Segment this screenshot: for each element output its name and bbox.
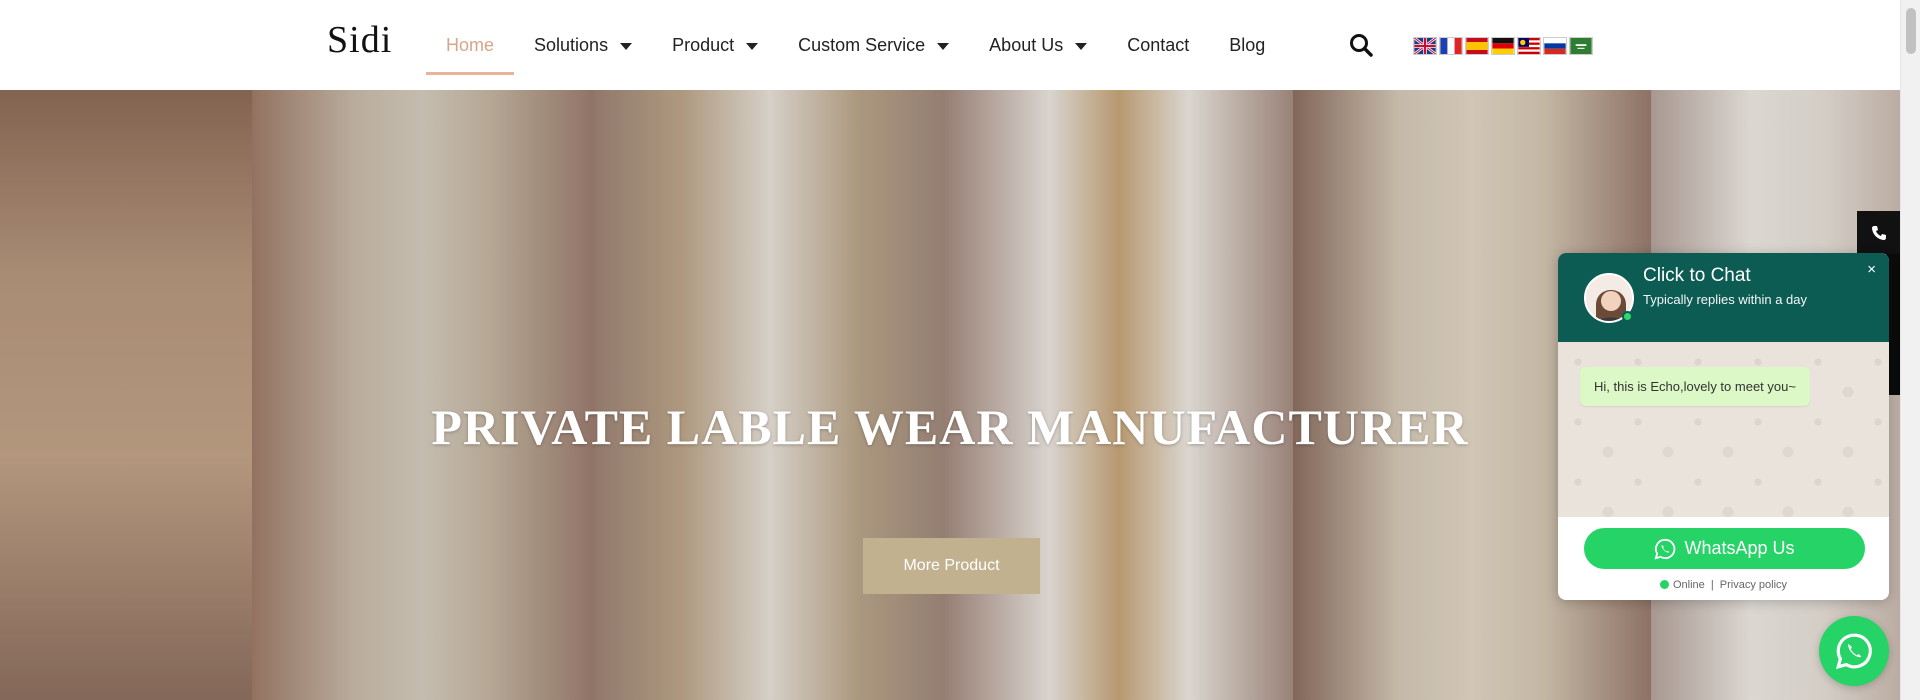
site-logo[interactable]: Sidi: [327, 18, 392, 62]
chat-body: Hi, this is Echo,lovely to meet you~: [1558, 342, 1889, 517]
france-flag-icon[interactable]: [1439, 37, 1463, 55]
chat-message: Hi, this is Echo,lovely to meet you~: [1580, 367, 1810, 406]
caret-down-icon: [937, 42, 950, 50]
saudi-flag-icon[interactable]: [1569, 37, 1593, 55]
phone-icon: [1871, 225, 1886, 240]
whatsapp-us-button[interactable]: WhatsApp Us: [1584, 528, 1865, 569]
uk-flag-icon[interactable]: [1413, 37, 1437, 55]
nav-label: Solutions: [534, 34, 609, 55]
chat-subtitle: Typically replies within a day: [1643, 292, 1808, 307]
phone-tab[interactable]: [1857, 211, 1900, 254]
whatsapp-icon: [1654, 538, 1676, 559]
main-nav: Home Solutions Product Custom Service Ab…: [426, 0, 1285, 90]
malaysia-flag-icon[interactable]: [1517, 37, 1541, 55]
close-icon[interactable]: ×: [1867, 261, 1876, 278]
online-status-dot: [1622, 311, 1633, 322]
online-dot-icon: [1659, 580, 1669, 589]
chat-footer: Online | Privacy policy: [1558, 579, 1889, 591]
nav-label: Product: [672, 34, 735, 55]
nav-label: Contact: [1127, 34, 1190, 55]
nav-item-about-us[interactable]: About Us: [969, 0, 1107, 90]
russia-flag-icon[interactable]: [1543, 37, 1567, 55]
nav-item-home[interactable]: Home: [426, 0, 515, 90]
status-text: Online: [1672, 579, 1705, 591]
more-product-button[interactable]: More Product: [863, 538, 1040, 594]
site-header: Sidi Home Solutions Product Custom Servi…: [0, 0, 1900, 90]
nav-item-contact[interactable]: Contact: [1107, 0, 1209, 90]
caret-down-icon: [746, 42, 759, 50]
search-icon[interactable]: [1348, 32, 1374, 58]
whatsapp-button-label: WhatsApp Us: [1684, 538, 1795, 558]
chat-header: Click to Chat Typically replies within a…: [1558, 253, 1889, 342]
page-scrollbar[interactable]: [1900, 0, 1920, 700]
nav-item-blog[interactable]: Blog: [1209, 0, 1285, 90]
nav-label: Blog: [1229, 34, 1266, 55]
nav-item-product[interactable]: Product: [652, 0, 778, 90]
whatsapp-icon: [1835, 633, 1872, 670]
spain-flag-icon[interactable]: [1465, 37, 1489, 55]
caret-down-icon: [620, 42, 633, 50]
footer-separator: |: [1710, 579, 1714, 591]
caret-down-icon: [1075, 42, 1088, 50]
language-flags: [1413, 37, 1593, 55]
scrollbar-thumb[interactable]: [1906, 8, 1916, 54]
floating-whatsapp-button[interactable]: [1819, 616, 1889, 686]
privacy-policy-link[interactable]: Privacy policy: [1720, 579, 1787, 591]
nav-label: Home: [446, 34, 495, 55]
chat-title: Click to Chat: [1643, 265, 1751, 286]
chat-widget: Click to Chat Typically replies within a…: [1558, 253, 1889, 600]
nav-label: About Us: [989, 34, 1064, 55]
nav-item-custom-service[interactable]: Custom Service: [778, 0, 969, 90]
germany-flag-icon[interactable]: [1491, 37, 1515, 55]
nav-label: Custom Service: [798, 34, 926, 55]
nav-item-solutions[interactable]: Solutions: [514, 0, 652, 90]
